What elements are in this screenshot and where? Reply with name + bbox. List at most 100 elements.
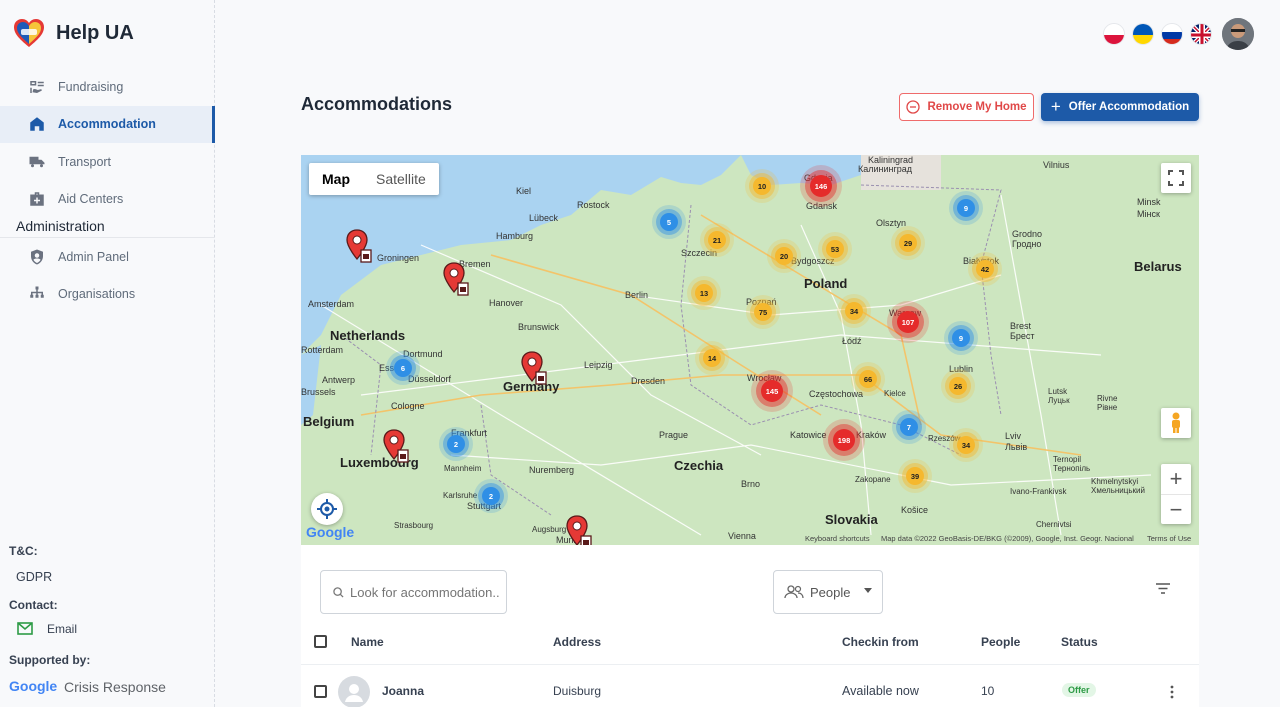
column-header-address[interactable]: Address [553,635,601,649]
accommodation-pin-icon[interactable] [443,262,469,296]
search-icon [333,586,344,598]
sidebar-item-transport[interactable]: Transport [0,143,215,181]
map-cluster[interactable]: 29 [899,234,917,252]
sidebar-item-organisations[interactable]: Organisations [0,276,215,314]
map-cluster[interactable]: 6 [394,359,412,377]
accommodation-pin-icon[interactable] [383,429,409,463]
column-header-checkin[interactable]: Checkin from [842,635,919,649]
row-checkbox[interactable] [314,685,327,698]
city-label: Dresden [631,376,666,386]
map-cluster[interactable]: 10 [753,177,771,195]
search-input[interactable] [350,584,500,600]
city-label: Гродно [1012,239,1042,249]
heart-logo-icon [14,19,44,47]
city-label: Рівне [1097,403,1118,412]
city-label: Vienna [728,531,756,541]
map-cluster[interactable]: 21 [708,231,726,249]
zoom-in-icon[interactable]: + [1161,464,1191,494]
offer-accommodation-label: Offer Accommodation [1068,101,1190,113]
map-cluster[interactable]: 198 [833,429,855,451]
search-box[interactable] [320,570,507,614]
brand[interactable]: Help UA [12,16,134,50]
city-label: Брест [1010,331,1035,341]
filter-list-icon[interactable] [1156,583,1170,594]
accommodation-map[interactable]: Map Satellite + − Google Keyboard shortc… [301,155,1199,545]
city-label: Katowice [790,430,827,440]
flag-en-icon[interactable] [1190,23,1212,45]
city-label: Hamburg [496,231,534,241]
truck-icon [29,156,45,167]
map-cluster[interactable]: 14 [703,349,721,367]
city-label: Olsztyn [876,218,907,228]
administration-heading: Administration [0,218,215,238]
more-vert-icon[interactable] [1170,685,1174,699]
my-location-icon[interactable] [311,493,343,525]
email-link[interactable]: Email [47,622,77,636]
map-cluster[interactable]: 39 [906,467,924,485]
city-label: Тернопіль [1053,464,1091,473]
city-label: Košice [901,505,929,515]
status-badge: Offer [1062,683,1096,697]
zoom-out-icon[interactable]: − [1161,494,1191,524]
map-cluster[interactable]: 145 [761,380,783,402]
remove-my-home-button[interactable]: Remove My Home [899,93,1034,121]
map-cluster[interactable]: 146 [810,175,832,197]
map-cluster[interactable]: 7 [900,418,918,436]
sidebar-item-admin-panel[interactable]: Admin Panel [0,238,215,276]
map-cluster[interactable]: 2 [447,435,465,453]
map-type-map[interactable]: Map [309,163,363,195]
select-all-checkbox[interactable] [314,635,327,648]
accommodation-pin-icon[interactable] [521,351,547,385]
map-cluster[interactable]: 26 [949,377,967,395]
country-label: Slovakia [825,512,878,527]
city-label: Prague [659,430,689,440]
column-header-name[interactable]: Name [351,635,384,649]
city-label: Cologne [391,401,425,411]
street-view-pegman-icon[interactable] [1161,408,1191,438]
map-type-satellite[interactable]: Satellite [363,163,439,195]
flag-ua-icon[interactable] [1132,23,1154,45]
accommodation-pin-icon[interactable] [566,515,592,545]
city-label: Mannheim [444,464,482,473]
offer-accommodation-button[interactable]: + Offer Accommodation [1041,93,1199,121]
sidebar-item-accommodation[interactable]: Accommodation [0,105,215,143]
sidebar-item-aid-centers[interactable]: Aid Centers [0,181,215,219]
sidebar-item-fundraising[interactable]: Fundraising [0,68,215,106]
city-label: Vilnius [1043,160,1070,170]
accommodation-pin-icon[interactable] [346,229,372,263]
city-label: Rotterdam [301,345,344,355]
city-label: Луцьк [1048,396,1070,405]
column-header-people[interactable]: People [981,635,1020,649]
city-label: Berlin [625,290,649,300]
map-cluster[interactable]: 42 [976,260,994,278]
fullscreen-icon[interactable] [1161,163,1191,193]
flag-ru-icon[interactable] [1161,23,1183,45]
city-label: Chernivtsi [1036,520,1072,529]
map-cluster[interactable]: 34 [957,436,975,454]
map-cluster[interactable]: 9 [957,199,975,217]
sidebar-item-label: Aid Centers [58,192,124,207]
map-cluster[interactable]: 2 [482,487,500,505]
map-cluster[interactable]: 107 [897,311,919,333]
map-cluster[interactable]: 34 [845,302,863,320]
zoom-control: + − [1161,464,1191,524]
gdpr-link[interactable]: GDPR [16,570,52,584]
people-filter-select[interactable]: People [773,570,883,614]
column-header-status[interactable]: Status [1061,635,1098,649]
keyboard-shortcuts-link[interactable]: Keyboard shortcuts [805,534,870,543]
map-cluster[interactable]: 75 [754,303,772,321]
city-label: Amsterdam [308,299,355,309]
map-cluster[interactable]: 53 [826,240,844,258]
user-avatar[interactable] [1222,18,1254,50]
remove-my-home-label: Remove My Home [927,101,1027,113]
terms-of-use-link[interactable]: Terms of Use [1147,534,1191,543]
sidebar-item-label: Organisations [58,287,136,302]
city-label: Kiel [516,186,532,196]
map-cluster[interactable]: 66 [859,370,877,388]
map-cluster[interactable]: 20 [775,247,793,265]
map-cluster[interactable]: 9 [952,329,970,347]
city-label: Brussels [301,387,336,397]
map-cluster[interactable]: 5 [660,213,678,231]
map-cluster[interactable]: 13 [695,284,713,302]
flag-pl-icon[interactable] [1103,23,1125,45]
